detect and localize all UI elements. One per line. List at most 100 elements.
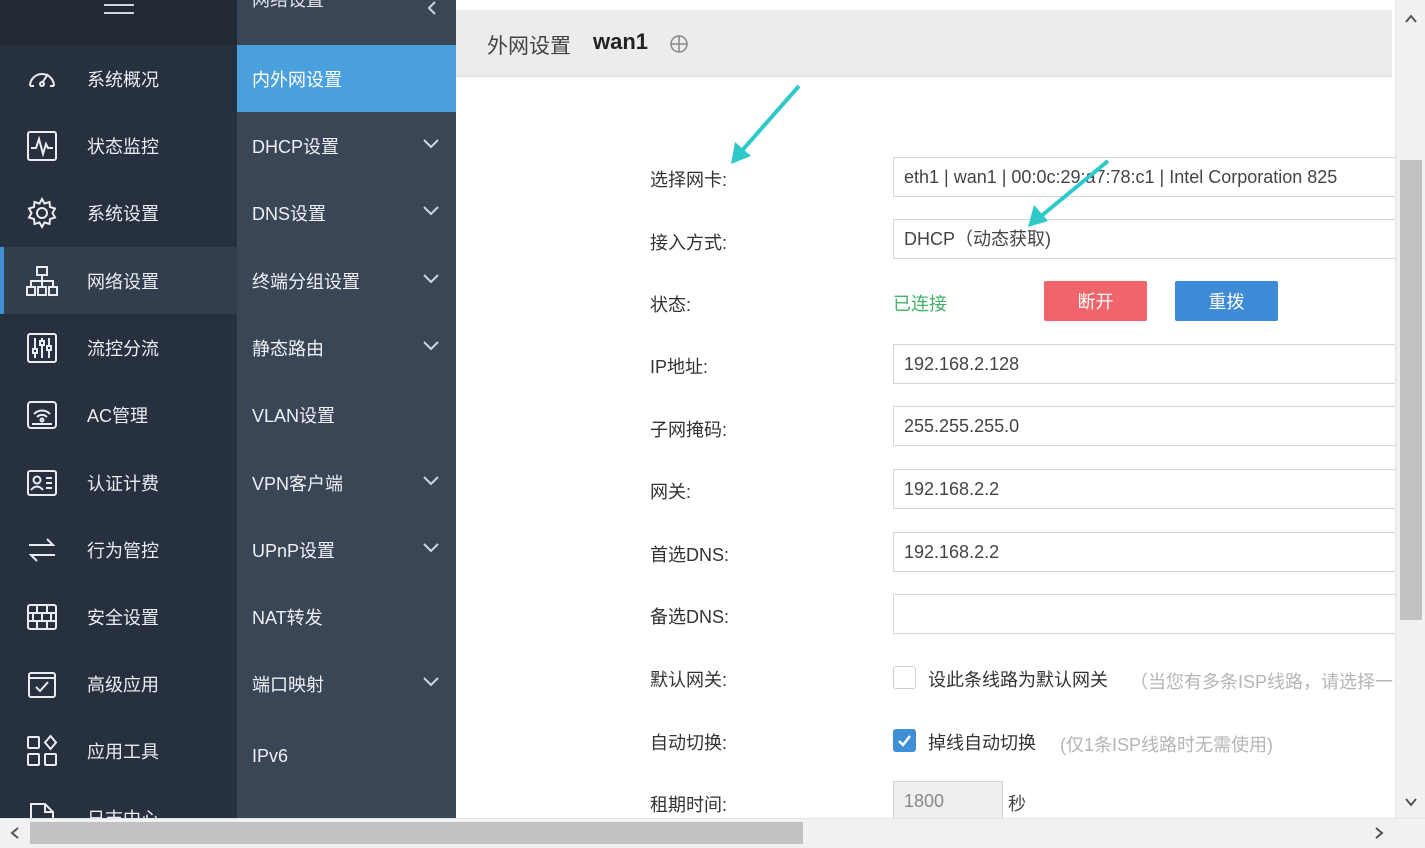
chevron-down-icon xyxy=(423,139,439,149)
subnet-mask-field[interactable]: 255.255.255.0 xyxy=(893,406,1395,446)
sidebar-item-label: 行为管控 xyxy=(87,540,159,561)
sidebar-item-system[interactable]: 系统设置 xyxy=(0,179,237,246)
disconnect-button[interactable]: 断开 xyxy=(1044,281,1147,321)
subnav-item-label: VPN客户端 xyxy=(252,473,344,494)
main-content: 外网设置 wan1 选择网卡: eth1 | wan1 | 00:0c:29:a… xyxy=(456,0,1395,818)
secondary-dns-field[interactable] xyxy=(893,594,1395,634)
chevron-down-icon xyxy=(423,274,439,284)
sidebar-item-security[interactable]: 安全设置 xyxy=(0,583,237,650)
subnav-header[interactable]: 网络设置 xyxy=(237,0,456,31)
default-gateway-checkbox-label: 设此条线路为默认网关 xyxy=(928,670,1108,690)
sidebar-item-label: 认证计费 xyxy=(87,473,159,494)
sidebar-item-label: 状态监控 xyxy=(87,136,159,157)
subnav-item-nat[interactable]: NAT转发 xyxy=(237,583,456,650)
wifi-router-icon xyxy=(24,397,60,433)
sidebar-item-ac[interactable]: AC管理 xyxy=(0,381,237,448)
panel-header: 外网设置 wan1 xyxy=(456,10,1392,77)
pulse-monitor-icon xyxy=(24,128,60,164)
vertical-scroll-thumb[interactable] xyxy=(1400,160,1422,620)
annotation-arrow-icon xyxy=(731,84,801,164)
scroll-up-icon[interactable] xyxy=(1404,12,1418,26)
default-gateway-hint: （当您有多条ISP线路，请选择一 xyxy=(1130,672,1394,692)
lease-time-label: 租期时间: xyxy=(650,795,728,815)
sidebar-item-network[interactable]: 网络设置 xyxy=(0,247,237,314)
subnav-item-dns[interactable]: DNS设置 xyxy=(237,179,456,246)
sidebar-item-label: 流控分流 xyxy=(87,338,159,359)
sidebar-item-advanced[interactable]: 高级应用 xyxy=(0,650,237,717)
network-topology-icon xyxy=(24,263,60,299)
sidebar-item-label: 系统概况 xyxy=(87,69,159,90)
auto-switch-label: 自动切换: xyxy=(650,733,728,753)
menu-toggle-icon[interactable] xyxy=(104,4,134,24)
checkmark-icon xyxy=(898,735,911,747)
vertical-scrollbar[interactable] xyxy=(1395,0,1425,818)
subnav-item-vpn-client[interactable]: VPN客户端 xyxy=(237,449,456,516)
redial-button[interactable]: 重拨 xyxy=(1175,281,1278,321)
sidebar-item-logs[interactable]: 日志中心 xyxy=(0,784,237,818)
subnav-item-upnp[interactable]: UPnP设置 xyxy=(237,516,456,583)
secondary-sidebar: 网络设置 内外网设置 DHCP设置 DNS设置 终端分组设置 静态路由 VLAN… xyxy=(237,0,456,818)
access-method-select[interactable]: DHCP（动态获取) xyxy=(893,219,1395,259)
gateway-field[interactable]: 192.168.2.2 xyxy=(893,469,1395,509)
chevron-down-icon xyxy=(423,206,439,216)
sidebar-item-label: 应用工具 xyxy=(87,741,159,762)
access-method-label: 接入方式: xyxy=(650,233,728,253)
lease-time-unit: 秒 xyxy=(1008,794,1026,814)
sidebar-item-label: 网络设置 xyxy=(87,271,159,292)
scroll-down-icon[interactable] xyxy=(1404,795,1418,809)
subnav-item-label: IPv6 xyxy=(252,746,289,766)
ip-label: IP地址: xyxy=(650,357,709,377)
primary-sidebar: 系统概况 状态监控 系统设置 网络设置 流控分流 AC管理 认证计费 行为管控 … xyxy=(0,0,237,818)
ip-field[interactable]: 192.168.2.128 xyxy=(893,344,1395,384)
subnav-item-label: 终端分组设置 xyxy=(252,271,360,292)
auto-switch-checkbox[interactable] xyxy=(893,729,916,752)
sidebar-item-tools[interactable]: 应用工具 xyxy=(0,717,237,784)
sidebar-item-traffic[interactable]: 流控分流 xyxy=(0,314,237,381)
subnav-item-terminal-groups[interactable]: 终端分组设置 xyxy=(237,247,456,314)
chevron-down-icon xyxy=(423,341,439,351)
subnav-item-label: NAT转发 xyxy=(252,607,323,628)
sidebar-item-auth[interactable]: 认证计费 xyxy=(0,449,237,516)
primary-dns-field[interactable]: 192.168.2.2 xyxy=(893,532,1395,572)
chevron-down-icon xyxy=(423,677,439,687)
auto-switch-hint: (仅1条ISP线路时无需使用) xyxy=(1060,735,1274,755)
scroll-left-icon[interactable] xyxy=(8,826,22,840)
app-window: 系统概况 状态监控 系统设置 网络设置 流控分流 AC管理 认证计费 行为管控 … xyxy=(0,0,1425,848)
subnav-header-label: 网络设置 xyxy=(252,0,324,10)
firewall-icon xyxy=(24,599,60,635)
chevron-down-icon xyxy=(423,476,439,486)
lease-time-field[interactable]: 1800 xyxy=(893,781,1003,818)
sidebar-item-behavior[interactable]: 行为管控 xyxy=(0,516,237,583)
status-label: 状态: xyxy=(650,295,692,315)
sidebar-topbar xyxy=(0,0,237,45)
subnav-item-ipv6[interactable]: IPv6 xyxy=(237,723,456,790)
sidebar-item-overview[interactable]: 系统概况 xyxy=(0,45,237,112)
gateway-label: 网关: xyxy=(650,482,692,502)
swap-arrows-icon xyxy=(24,532,60,568)
subnav-item-lan-wan[interactable]: 内外网设置 xyxy=(237,45,456,112)
add-circle-icon[interactable] xyxy=(669,34,689,54)
nic-select[interactable]: eth1 | wan1 | 00:0c:29:a7:78:c1 | Intel … xyxy=(893,157,1395,197)
subnav-item-dhcp[interactable]: DHCP设置 xyxy=(237,112,456,179)
subnav-item-label: DHCP设置 xyxy=(252,136,340,157)
horizontal-scrollbar[interactable] xyxy=(0,818,1425,848)
subnav-item-port-mapping[interactable]: 端口映射 xyxy=(237,650,456,717)
subnav-item-static-route[interactable]: 静态路由 xyxy=(237,314,456,381)
checklist-icon xyxy=(24,666,60,702)
default-gateway-label: 默认网关: xyxy=(650,670,728,690)
sidebar-item-label: AC管理 xyxy=(87,405,149,426)
panel-title: 外网设置 xyxy=(487,35,571,58)
id-card-icon xyxy=(24,465,60,501)
horizontal-scroll-thumb[interactable] xyxy=(30,822,803,844)
subnav-item-vlan[interactable]: VLAN设置 xyxy=(237,381,456,448)
primary-dns-label: 首选DNS: xyxy=(650,545,730,565)
subnav-item-label: VLAN设置 xyxy=(252,405,336,426)
default-gateway-checkbox[interactable] xyxy=(893,666,916,689)
scroll-right-icon[interactable] xyxy=(1372,826,1386,840)
secondary-dns-label: 备选DNS: xyxy=(650,607,730,627)
auto-switch-checkbox-label: 掉线自动切换 xyxy=(928,733,1036,753)
sidebar-item-label: 安全设置 xyxy=(87,607,159,628)
subnav-item-label: UPnP设置 xyxy=(252,540,336,561)
subnav-item-label: DNS设置 xyxy=(252,203,327,224)
sidebar-item-monitor[interactable]: 状态监控 xyxy=(0,112,237,179)
